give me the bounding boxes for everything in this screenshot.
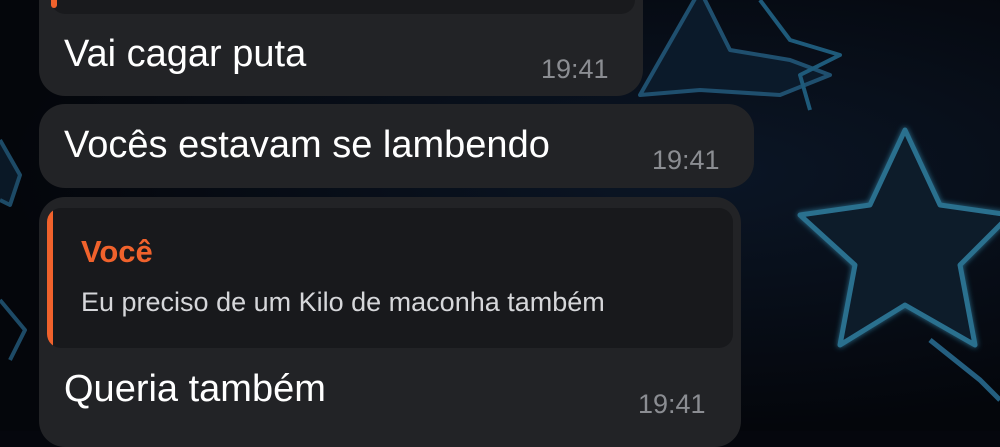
- message-time: 19:41: [652, 145, 720, 175]
- message-text: Vocês estavam se lambendo: [64, 124, 550, 166]
- reply-preview-fragment: [51, 0, 635, 14]
- reply-accent-bar: [51, 0, 57, 8]
- message-time: 19:41: [638, 389, 706, 419]
- reply-author: Você: [81, 234, 153, 269]
- message-time: 19:41: [541, 54, 609, 84]
- message-text: Vai cagar puta: [64, 33, 307, 75]
- reply-accent-bar: [47, 208, 53, 348]
- message-text: Queria também: [64, 368, 326, 410]
- reply-quote[interactable]: Você Eu preciso de um Kilo de maconha ta…: [47, 208, 733, 348]
- reply-text: Eu preciso de um Kilo de maconha também: [81, 287, 605, 317]
